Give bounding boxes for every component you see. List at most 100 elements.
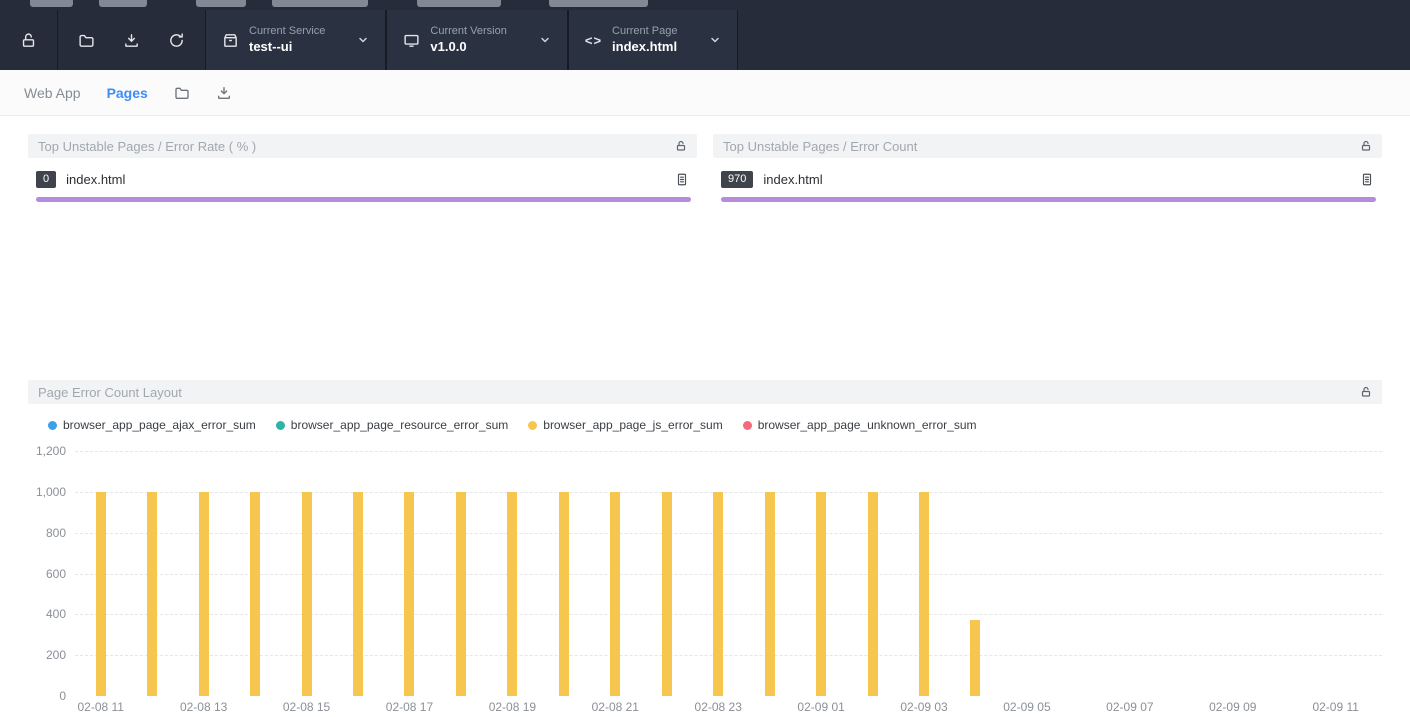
chart-bar [404, 492, 414, 696]
lock-button[interactable] [6, 10, 51, 70]
service-icon [222, 32, 239, 49]
y-axis-label: 600 [46, 567, 66, 581]
y-axis-label: 800 [46, 526, 66, 540]
lock-icon[interactable] [675, 140, 687, 152]
chart-bar [816, 492, 826, 696]
download-icon [123, 32, 140, 49]
legend-item[interactable]: browser_app_page_js_error_sum [528, 418, 722, 432]
tab-pages[interactable]: Pages [107, 85, 148, 101]
current-page-selector[interactable]: <> Current Page index.html [568, 10, 739, 70]
current-service-label: Current Service [249, 25, 325, 39]
cropped-toolbar-fragment [417, 0, 501, 7]
x-axis-label: 02-08 11 [77, 700, 123, 714]
current-version-selector[interactable]: Current Version v1.0.0 [386, 10, 567, 70]
panel-page-error-count-layout: Page Error Count Layout browser_app_page… [28, 380, 1382, 717]
chart-legend: browser_app_page_ajax_error_sum browser_a… [48, 417, 1382, 433]
toolbar: Current Service test--ui Current Version… [0, 10, 1410, 70]
download-button[interactable] [109, 10, 154, 70]
x-axis-label: 02-08 19 [489, 700, 536, 714]
chart-plot: 02004006008001,0001,200 [75, 451, 1382, 696]
folder-button[interactable] [64, 10, 109, 70]
legend-dot-icon [48, 421, 57, 430]
x-axis-label: 02-08 23 [695, 700, 742, 714]
legend-item[interactable]: browser_app_page_resource_error_sum [276, 418, 508, 432]
gridline [75, 574, 1382, 575]
panel-error-count: Top Unstable Pages / Error Count 970 ind… [713, 134, 1382, 202]
current-service-selector[interactable]: Current Service test--ui [205, 10, 386, 70]
legend-label: browser_app_page_unknown_error_sum [758, 418, 977, 432]
gridline [75, 451, 1382, 452]
chart-y-axis: 02004006008001,0001,200 [28, 451, 66, 696]
tab-bar: Web App Pages [0, 70, 1410, 116]
chevron-down-icon [357, 34, 369, 46]
x-axis-label: 02-09 01 [797, 700, 844, 714]
current-page-label: Current Page [612, 25, 677, 39]
x-axis-label: 02-08 17 [386, 700, 433, 714]
x-axis-label: 02-09 03 [900, 700, 947, 714]
legend-label: browser_app_page_resource_error_sum [291, 418, 508, 432]
legend-dot-icon [276, 421, 285, 430]
panel-title: Top Unstable Pages / Error Rate ( % ) [38, 139, 256, 154]
legend-dot-icon [528, 421, 537, 430]
gridline [75, 492, 1382, 493]
y-axis-label: 200 [46, 648, 66, 662]
panel-title: Top Unstable Pages / Error Count [723, 139, 917, 154]
y-axis-label: 1,000 [36, 485, 66, 499]
clipboard-icon[interactable] [1360, 172, 1374, 187]
chart-bar [199, 492, 209, 696]
chart-bar [147, 492, 157, 696]
chart-bar [507, 492, 517, 696]
legend-label: browser_app_page_js_error_sum [543, 418, 722, 432]
list-item: 970 index.html [713, 158, 1382, 188]
current-version-label: Current Version [430, 25, 506, 39]
chart-bar [868, 492, 878, 696]
y-axis-label: 0 [59, 689, 66, 703]
list-item: 0 index.html [28, 158, 697, 188]
cropped-toolbar-fragment [549, 0, 648, 7]
lock-icon[interactable] [1360, 140, 1372, 152]
download-icon[interactable] [216, 85, 232, 101]
value-badge: 0 [36, 171, 56, 188]
page-name: index.html [66, 172, 125, 187]
code-icon: <> [585, 33, 602, 48]
cropped-toolbar-fragment [196, 0, 246, 7]
legend-item[interactable]: browser_app_page_ajax_error_sum [48, 418, 256, 432]
refresh-icon [168, 32, 185, 49]
chart-bar [662, 492, 672, 696]
lock-icon[interactable] [1360, 386, 1372, 398]
x-axis-label: 02-08 13 [180, 700, 227, 714]
y-axis-label: 1,200 [36, 444, 66, 458]
progress-bar [721, 197, 1376, 202]
chart-bar [559, 492, 569, 696]
chevron-down-icon [709, 34, 721, 46]
current-service-value: test--ui [249, 39, 325, 55]
chevron-down-icon [539, 34, 551, 46]
x-axis-label: 02-09 05 [1003, 700, 1050, 714]
x-axis-label: 02-09 11 [1312, 700, 1358, 714]
folder-icon[interactable] [174, 85, 190, 101]
chart-bar [302, 492, 312, 696]
lock-icon [20, 32, 37, 49]
chart-bar [456, 492, 466, 696]
value-badge: 970 [721, 171, 753, 188]
app-header: Current Service test--ui Current Version… [0, 0, 1410, 70]
page-content: Top Unstable Pages / Error Rate ( % ) 0 … [0, 134, 1410, 717]
current-page-value: index.html [612, 39, 677, 55]
tab-web-app[interactable]: Web App [24, 85, 81, 101]
cropped-toolbar-fragment [272, 0, 368, 7]
legend-item[interactable]: browser_app_page_unknown_error_sum [743, 418, 977, 432]
chart-bar [713, 492, 723, 696]
cropped-toolbar-fragment [99, 0, 147, 7]
x-axis-label: 02-08 21 [592, 700, 639, 714]
current-version-value: v1.0.0 [430, 39, 506, 55]
chart-bar [250, 492, 260, 696]
refresh-button[interactable] [154, 10, 199, 70]
chart-bar [919, 492, 929, 696]
chart-x-axis: 02-08 1102-08 1302-08 1502-08 1702-08 19… [75, 700, 1382, 717]
chart-bar [610, 492, 620, 696]
page-name: index.html [763, 172, 822, 187]
progress-bar [36, 197, 691, 202]
chart-bar [96, 492, 106, 696]
legend-label: browser_app_page_ajax_error_sum [63, 418, 256, 432]
clipboard-icon[interactable] [675, 172, 689, 187]
